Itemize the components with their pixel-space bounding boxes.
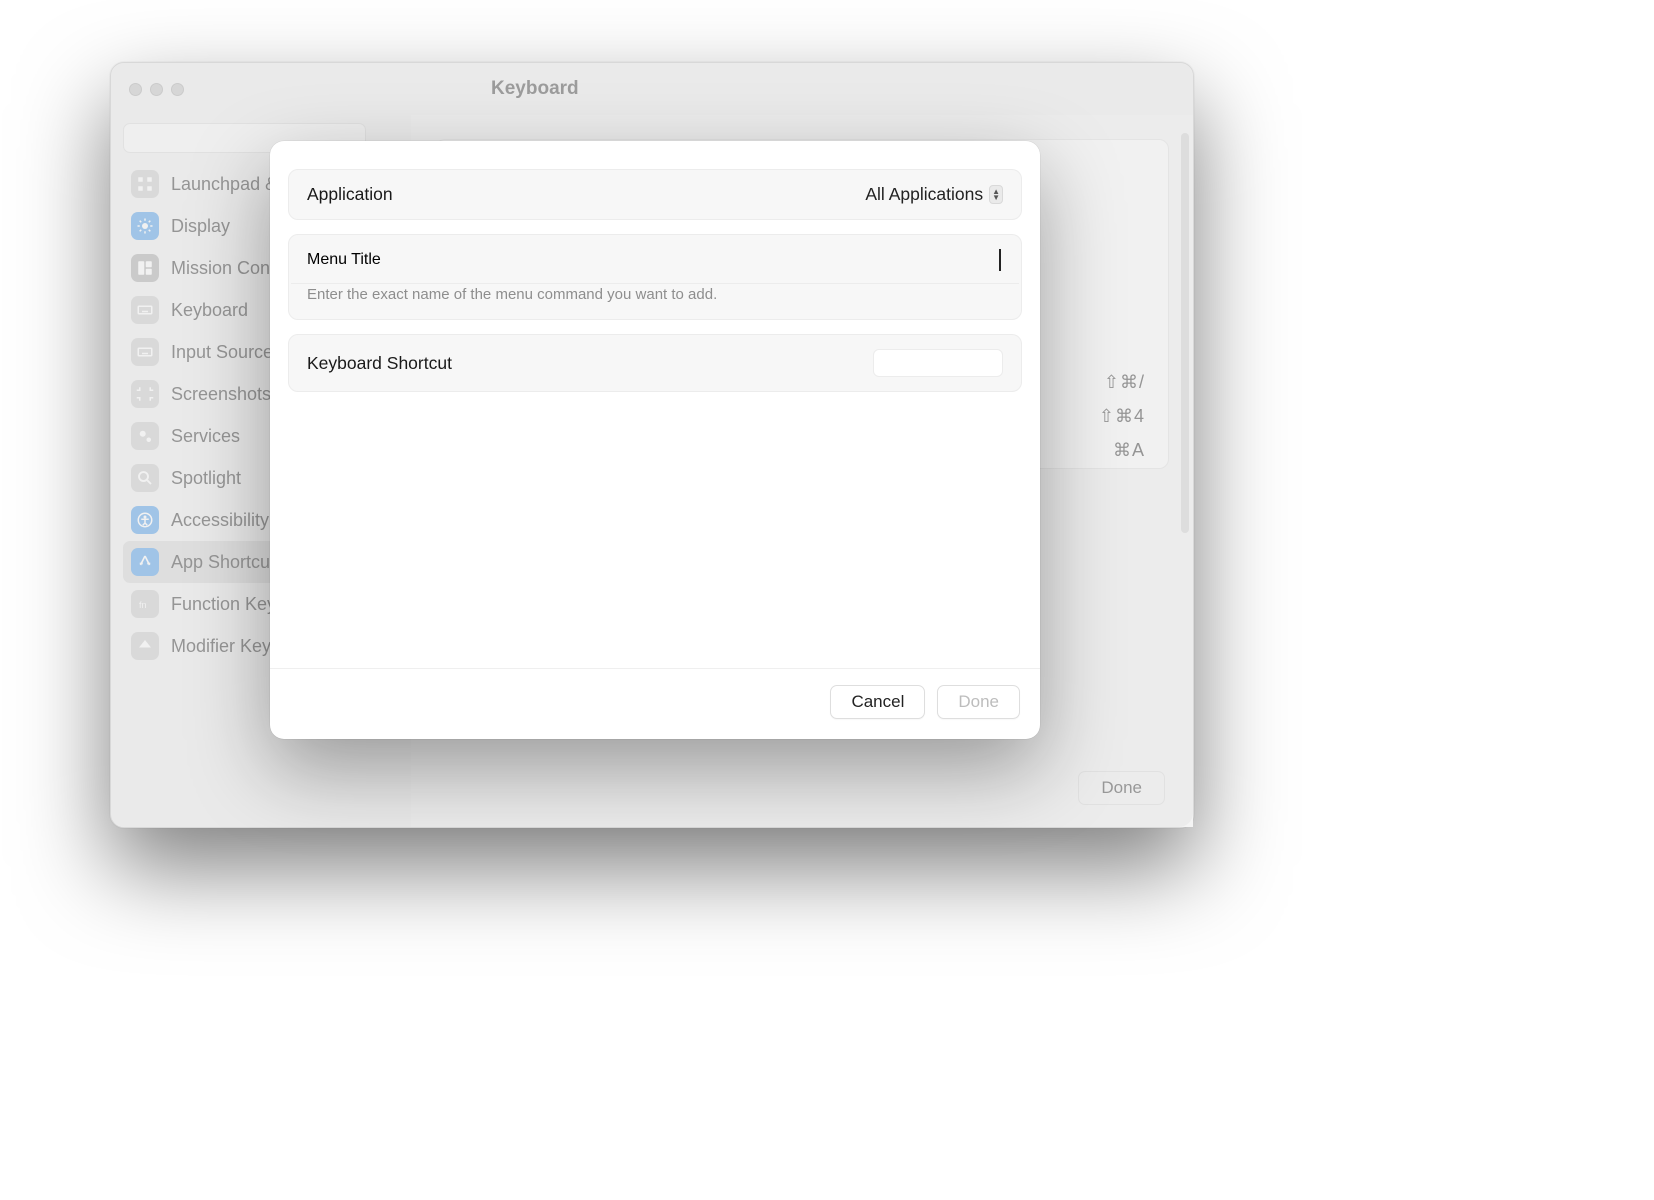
mission-control-icon — [131, 254, 159, 282]
scrollbar[interactable] — [1181, 133, 1189, 533]
application-select[interactable]: All Applications ▲▼ — [865, 184, 1003, 205]
sheet-footer: Cancel Done — [270, 668, 1040, 739]
menu-title-help: Enter the exact name of the menu command… — [289, 284, 1021, 319]
appstore-icon — [131, 548, 159, 576]
keyboard-icon — [131, 338, 159, 366]
sidebar-item-label: Services — [171, 426, 240, 447]
menu-title-panel: Menu Title Enter the exact name of the m… — [288, 234, 1022, 320]
fn-icon: fn — [131, 590, 159, 618]
window-title: Keyboard — [491, 78, 579, 100]
text-cursor — [999, 249, 1001, 271]
zoom-window-button[interactable] — [171, 83, 184, 96]
shortcut-value: ⇧⌘/ — [1099, 365, 1145, 399]
svg-text:fn: fn — [139, 600, 147, 610]
sidebar-item-label: Function Keys — [171, 594, 285, 615]
shortcut-value: ⇧⌘4 — [1099, 399, 1145, 433]
shortcut-value: ⌘A — [1099, 433, 1145, 467]
sidebar-item-label: Accessibility — [171, 510, 269, 531]
gears-icon — [131, 422, 159, 450]
keyboard-shortcut-label: Keyboard Shortcut — [307, 353, 452, 374]
keyboard-icon — [131, 296, 159, 324]
sidebar-item-label: Input Sources — [171, 342, 282, 363]
application-label: Application — [307, 184, 393, 205]
sidebar-item-label: Modifier Keys — [171, 636, 280, 657]
sidebar-item-label: App Shortcuts — [171, 552, 284, 573]
add-shortcut-sheet: Application All Applications ▲▼ Menu Tit… — [270, 141, 1040, 739]
sidebar-item-label: Display — [171, 216, 230, 237]
sidebar-item-label: Screenshots — [171, 384, 271, 405]
application-panel: Application All Applications ▲▼ — [288, 169, 1022, 220]
menu-title-label: Menu Title — [307, 251, 381, 269]
cancel-button[interactable]: Cancel — [830, 685, 925, 719]
done-button[interactable]: Done — [937, 685, 1020, 719]
brightness-icon — [131, 212, 159, 240]
shortcut-list: ⇧⌘/ ⇧⌘4 ⌘A — [1099, 365, 1145, 468]
keyboard-shortcut-panel: Keyboard Shortcut — [288, 334, 1022, 392]
chevron-up-down-icon: ▲▼ — [989, 185, 1003, 204]
application-value: All Applications — [865, 184, 983, 205]
modifier-icon — [131, 632, 159, 660]
screenshot-icon — [131, 380, 159, 408]
minimize-window-button[interactable] — [150, 83, 163, 96]
done-button[interactable]: Done — [1078, 771, 1165, 805]
grid-icon — [131, 170, 159, 198]
keyboard-shortcut-input[interactable] — [873, 349, 1003, 377]
menu-title-input[interactable] — [999, 249, 1003, 271]
accessibility-icon — [131, 506, 159, 534]
window-title-area: Keyboard — [461, 63, 1193, 115]
sidebar-item-label: Spotlight — [171, 468, 241, 489]
sidebar-item-label: Keyboard — [171, 300, 248, 321]
window-controls — [129, 83, 184, 96]
close-window-button[interactable] — [129, 83, 142, 96]
search-icon — [131, 464, 159, 492]
